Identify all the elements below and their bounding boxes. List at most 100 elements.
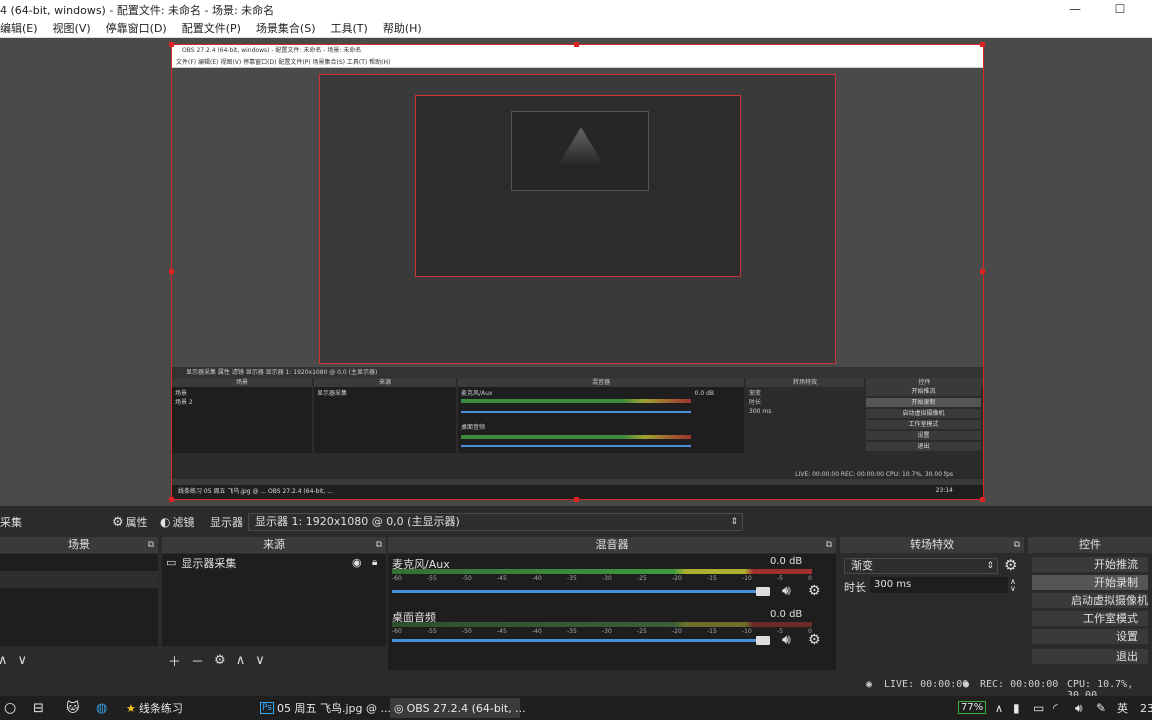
nested-mixer: 麦克风/Aux 桌面音频 0.0 dB bbox=[458, 387, 744, 453]
menu-view[interactable]: 视图(V) bbox=[53, 20, 91, 36]
scene-row-selected[interactable] bbox=[0, 571, 158, 588]
battery-indicator[interactable]: 77% bbox=[958, 701, 987, 714]
source-toolbar: 采集 ⚙ 属性 ◐ 滤镜 显示器 显示器 1: 1920x1080 @ 0,0 … bbox=[0, 511, 1152, 533]
gear-icon[interactable]: ⚙ bbox=[808, 583, 821, 599]
eye-icon[interactable]: ◉ bbox=[352, 556, 362, 569]
resize-handle[interactable] bbox=[169, 42, 174, 47]
volume-slider-knob[interactable] bbox=[756, 587, 770, 596]
gear-icon[interactable]: ⚙ bbox=[808, 632, 821, 648]
speaker-icon[interactable]: 🔊︎ bbox=[782, 583, 791, 599]
menu-edit[interactable]: 编辑(E) bbox=[0, 20, 38, 36]
lock-icon[interactable]: 🔒︎ bbox=[372, 557, 377, 568]
duration-input[interactable]: 300 ms bbox=[870, 577, 1008, 593]
menu-tools[interactable]: 工具(T) bbox=[331, 20, 368, 36]
start-recording-button[interactable]: 开始录制 bbox=[1032, 575, 1148, 590]
controls-title: 控件 bbox=[1079, 538, 1101, 551]
resize-handle[interactable] bbox=[574, 497, 579, 502]
menu-profile[interactable]: 配置文件(P) bbox=[182, 20, 241, 36]
chevron-updown-icon: ⇕ bbox=[986, 561, 994, 571]
source-row[interactable]: ▭ 显示器采集 ◉ 🔒︎ bbox=[162, 554, 386, 571]
scenes-list[interactable] bbox=[0, 554, 158, 646]
rec-indicator-icon: ● bbox=[963, 679, 970, 690]
resize-handle[interactable] bbox=[980, 42, 985, 47]
cat-app-icon[interactable]: 🐱︎ bbox=[66, 701, 80, 716]
settings-button[interactable]: 设置 bbox=[1032, 629, 1148, 644]
display-select[interactable]: 显示器 1: 1920x1080 @ 0,0 (主显示器) ⇕ bbox=[248, 513, 743, 531]
taskbar-app-obs[interactable]: ◎ OBS 27.2.4 (64-bit, ... bbox=[390, 698, 526, 718]
controls-header: 控件 bbox=[1028, 537, 1152, 553]
nested-controls-header: 控件 bbox=[866, 378, 983, 387]
chevron-down-icon[interactable]: ∨ bbox=[18, 653, 28, 668]
transitions-header: 转场特效 ⧉ bbox=[840, 537, 1024, 553]
nested-meter bbox=[461, 399, 691, 403]
wifi-icon[interactable]: ◜ bbox=[1053, 701, 1058, 715]
minimize-icon[interactable]: — bbox=[1060, 0, 1090, 19]
mixer-body: 麦克风/Aux 0.0 dB -60 -55 -50 -45 -40 -35 -30 -25-… bbox=[388, 554, 836, 670]
sources-list[interactable]: ▭ 显示器采集 ◉ 🔒︎ bbox=[162, 554, 386, 646]
pen-icon[interactable]: ✎ bbox=[1096, 701, 1106, 715]
chevron-down-icon[interactable]: ∨ bbox=[255, 653, 265, 668]
resize-handle[interactable] bbox=[980, 497, 985, 502]
window-title: 4 (64-bit, windows) - 配置文件: 未命名 - 场景: 未命… bbox=[0, 3, 275, 17]
nested-duration-label: 时长 bbox=[749, 399, 762, 406]
menu-bar: 编辑(E) 视图(V) 停靠窗口(D) 配置文件(P) 场景集合(S) 工具(T… bbox=[0, 19, 1152, 38]
nested-mixer-header: 混音器 bbox=[458, 378, 744, 387]
clock[interactable]: 23 bbox=[1140, 702, 1152, 715]
start-streaming-button[interactable]: 开始推流 bbox=[1032, 557, 1148, 572]
scene-row[interactable] bbox=[0, 554, 158, 571]
gear-icon[interactable]: ⚙ bbox=[214, 653, 226, 668]
start-virtual-camera-button[interactable]: 启动虚拟摄像机 bbox=[1032, 593, 1148, 608]
windows-taskbar: ○ ⊟ 🐱︎ ◍ ★ 线条练习 Ps 05 周五 飞鸟.jpg @ ... ◎ … bbox=[0, 696, 1152, 720]
recursive-mirror-image bbox=[557, 127, 605, 167]
edge-icon[interactable]: ◍ bbox=[96, 701, 107, 716]
battery-icon[interactable]: ▭ bbox=[1033, 701, 1044, 715]
add-icon[interactable]: ＋ bbox=[168, 651, 181, 670]
stepper-icon[interactable]: ∧ ∨ bbox=[1010, 578, 1016, 593]
exit-button[interactable]: 退出 bbox=[1032, 649, 1148, 664]
live-time: LIVE: 00:00:00 bbox=[884, 679, 969, 690]
nested-menu-bar: 文件(F) 编辑(E) 视图(V) 停靠窗口(D) 配置文件(P) 场景集合(S… bbox=[172, 57, 983, 68]
display-select-value: 显示器 1: 1920x1080 @ 0,0 (主显示器) bbox=[255, 515, 460, 528]
chevron-up-icon[interactable]: ∧ bbox=[236, 653, 246, 668]
volume-slider[interactable] bbox=[392, 639, 764, 642]
properties-button[interactable]: ⚙ 属性 bbox=[112, 514, 148, 530]
nested-scenes-header: 场景 bbox=[172, 378, 312, 387]
nested-control: 退出 bbox=[866, 442, 981, 451]
resize-handle[interactable] bbox=[980, 269, 985, 274]
taskbar-app-lines[interactable]: ★ 线条练习 bbox=[122, 698, 252, 718]
search-icon[interactable]: ○ bbox=[4, 700, 16, 716]
maximize-icon[interactable]: ☐ bbox=[1105, 0, 1135, 19]
resize-handle[interactable] bbox=[169, 269, 174, 274]
undock-icon[interactable]: ⧉ bbox=[376, 537, 382, 553]
preview-source-frame[interactable]: OBS 27.2.4 (64-bit, windows) - 配置文件: 未命名… bbox=[171, 44, 984, 500]
undock-icon[interactable]: ⧉ bbox=[148, 537, 154, 553]
menu-docks[interactable]: 停靠窗口(D) bbox=[106, 20, 167, 36]
gear-icon[interactable]: ⚙ bbox=[1004, 556, 1017, 574]
transitions-dock: 转场特效 ⧉ 渐变 ⇕ ⚙ 时长 300 ms ∧ ∨ bbox=[840, 537, 1024, 670]
undock-icon[interactable]: ⧉ bbox=[1014, 537, 1020, 553]
resize-handle[interactable] bbox=[574, 42, 579, 47]
filters-button[interactable]: ◐ 滤镜 bbox=[160, 514, 194, 530]
volume-slider[interactable] bbox=[392, 590, 764, 593]
taskbar-app-photoshop[interactable]: Ps 05 周五 飞鸟.jpg @ ... bbox=[256, 698, 391, 718]
microphone-icon[interactable]: ▮ bbox=[1013, 701, 1020, 715]
studio-mode-button[interactable]: 工作室模式 bbox=[1032, 611, 1148, 626]
ime-indicator[interactable]: 英 bbox=[1117, 700, 1128, 716]
transition-select[interactable]: 渐变 ⇕ bbox=[844, 558, 998, 574]
chevron-up-icon[interactable]: ∧ bbox=[995, 702, 1003, 715]
window-titlebar: 4 (64-bit, windows) - 配置文件: 未命名 - 场景: 未命… bbox=[0, 0, 1152, 19]
menu-help[interactable]: 帮助(H) bbox=[383, 20, 422, 36]
nested-transition-header: 转场特效 bbox=[746, 378, 864, 387]
resize-handle[interactable] bbox=[169, 497, 174, 502]
volume-slider-knob[interactable] bbox=[756, 636, 770, 645]
volume-icon[interactable]: 🔊︎ bbox=[1075, 701, 1083, 716]
properties-label: 属性 bbox=[125, 516, 148, 529]
speaker-icon[interactable]: 🔊︎ bbox=[782, 632, 791, 648]
undock-icon[interactable]: ⧉ bbox=[826, 537, 832, 553]
sources-dock: 来源 ⧉ ▭ 显示器采集 ◉ 🔒︎ ＋ － ⚙ ∧ ∨ bbox=[162, 537, 386, 670]
remove-icon[interactable]: － bbox=[191, 651, 204, 670]
task-view-icon[interactable]: ⊟ bbox=[33, 701, 44, 716]
obs-icon: ◎ bbox=[394, 701, 404, 715]
chevron-up-icon[interactable]: ∧ bbox=[0, 653, 8, 668]
menu-scene-collection[interactable]: 场景集合(S) bbox=[256, 20, 316, 36]
